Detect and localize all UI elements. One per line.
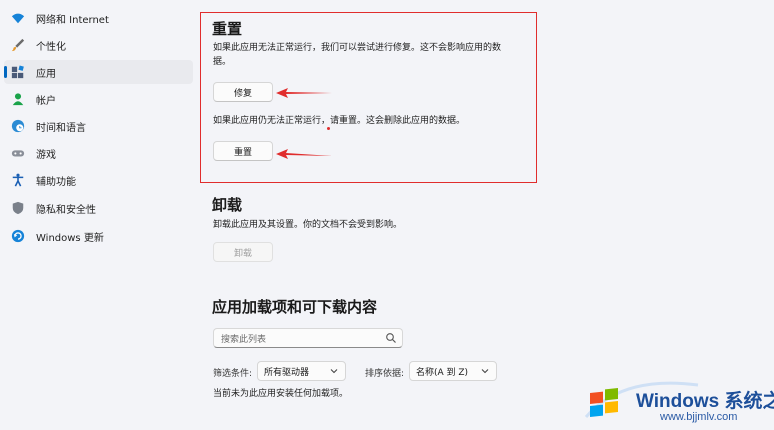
uninstall-section-title: 卸载 [212,196,243,214]
sidebar-item-label: 网络和 Internet [36,14,109,26]
sidebar-item-gaming[interactable]: 游戏 [4,141,193,165]
filter-dropdown[interactable]: 所有驱动器 [257,361,346,381]
settings-sidebar: 网络和 Internet 个性化 应用 帐户 时间和语言 游戏 辅助功能 隐私和… [0,0,196,430]
sidebar-item-accounts[interactable]: 帐户 [4,87,193,111]
reset-section-title: 重置 [212,20,243,38]
repair-description-line1: 如果此应用无法正常运行，我们可以尝试进行修复。这不会影响应用的数 [213,43,502,53]
wifi-icon [10,10,26,26]
sort-value: 名称(A 到 Z) [416,367,469,378]
watermark-title: Windows 系统之家 [636,391,774,412]
watermark-url: www.bjjmlv.com [660,411,738,423]
sidebar-item-accessibility[interactable]: 辅助功能 [4,168,193,192]
globe-clock-icon [10,118,26,134]
sidebar-item-label: Windows 更新 [36,232,104,244]
sidebar-item-label: 游戏 [36,149,56,161]
sidebar-item-network[interactable]: 网络和 Internet [4,6,193,30]
reset-button[interactable]: 重置 [213,141,273,161]
addons-section-title: 应用加载项和可下载内容 [212,298,378,316]
update-icon [10,228,26,244]
filter-value: 所有驱动器 [264,367,310,378]
sidebar-item-label: 帐户 [36,95,56,107]
person-icon [10,91,26,107]
no-addons-message: 当前未为此应用安装任何加载项。 [213,389,349,399]
reset-description: 如果此应用仍无法正常运行，请重置。这会删除此应用的数据。 [213,116,466,126]
chevron-down-icon [481,369,489,374]
filter-label: 筛选条件: [213,369,253,379]
repair-button[interactable]: 修复 [213,82,273,102]
sidebar-item-label: 隐私和安全性 [36,204,96,216]
arrow-annotation [276,88,332,98]
sidebar-item-label: 辅助功能 [36,176,76,188]
red-dot-annotation [327,127,330,130]
uninstall-description: 卸载此应用及其设置。你的文档不会受到影响。 [213,220,403,230]
sidebar-item-label: 应用 [36,68,56,80]
uninstall-button[interactable]: 卸载 [213,242,273,262]
search-icon [386,333,396,343]
search-placeholder: 搜索此列表 [221,334,267,345]
active-indicator [4,66,7,78]
chevron-down-icon [330,369,338,374]
sort-dropdown[interactable]: 名称(A 到 Z) [409,361,497,381]
sidebar-item-privacy[interactable]: 隐私和安全性 [4,196,193,220]
sidebar-item-time-language[interactable]: 时间和语言 [4,114,193,138]
sidebar-item-windows-update[interactable]: Windows 更新 [4,224,193,248]
brush-icon [10,37,26,53]
repair-description-line2: 据。 [213,57,232,67]
sort-label: 排序依据: [365,369,405,379]
arrow-annotation [276,149,332,159]
sidebar-item-apps[interactable]: 应用 [4,60,193,84]
gamepad-icon [10,145,26,161]
sidebar-item-personalization[interactable]: 个性化 [4,33,193,57]
apps-icon [10,64,26,80]
accessibility-icon [10,172,26,188]
shield-icon [10,200,26,216]
sidebar-item-label: 时间和语言 [36,122,86,134]
search-input[interactable]: 搜索此列表 [213,328,403,348]
sidebar-item-label: 个性化 [36,41,66,53]
